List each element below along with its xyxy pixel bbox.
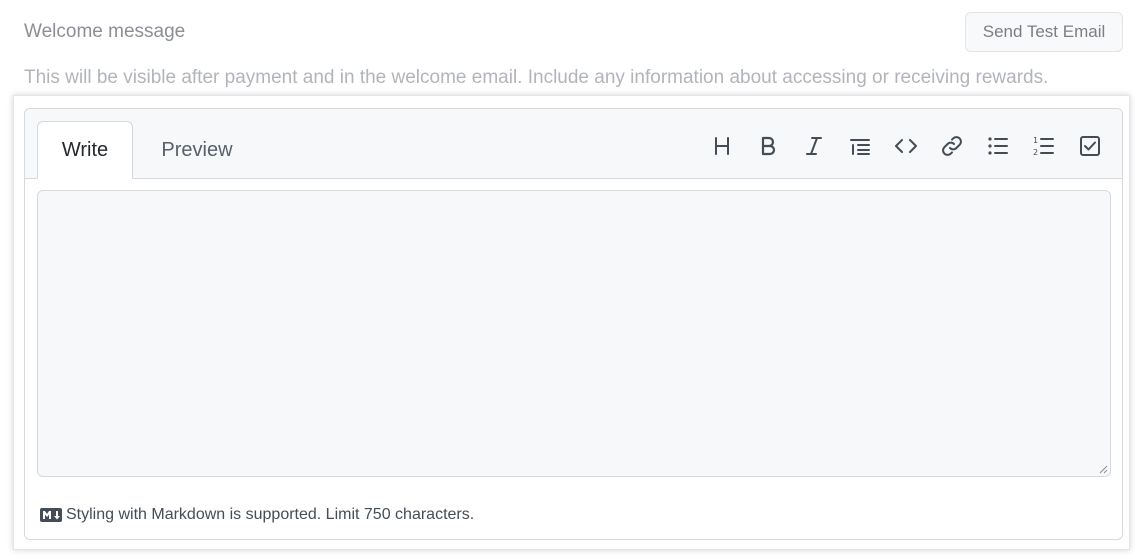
bulleted-list-icon (988, 137, 1008, 155)
link-button[interactable] (929, 131, 975, 161)
heading-icon (715, 137, 729, 155)
markdown-note-text: Styling with Markdown is supported. Limi… (66, 506, 475, 523)
tab-write[interactable]: Write (37, 121, 133, 179)
svg-text:1: 1 (1033, 136, 1038, 145)
numbered-list-icon: 1 2 (1033, 136, 1054, 157)
welcome-message-section: Welcome message Send Test Email This wil… (0, 0, 1148, 559)
italic-button[interactable] (791, 131, 837, 161)
markdown-support-note: Styling with Markdown is supported. Limi… (40, 506, 474, 524)
markdown-icon (40, 508, 62, 522)
welcome-message-textarea[interactable] (38, 191, 1110, 476)
bulleted-list-button[interactable] (975, 131, 1021, 161)
bold-button[interactable] (745, 131, 791, 161)
markdown-editor: Write Preview 1 2 Styling with Markdown … (24, 108, 1123, 540)
italic-icon (806, 137, 822, 155)
bold-icon (761, 136, 776, 156)
editor-header: Write Preview 1 2 (25, 109, 1122, 179)
svg-text:2: 2 (1033, 148, 1038, 157)
resize-handle-icon[interactable] (1098, 464, 1108, 474)
task-list-icon (1080, 136, 1100, 156)
section-title: Welcome message (24, 21, 186, 42)
tab-preview[interactable]: Preview (145, 121, 249, 179)
numbered-list-button[interactable]: 1 2 (1021, 131, 1067, 161)
heading-button[interactable] (699, 131, 745, 161)
formatting-toolbar: 1 2 (699, 131, 1113, 161)
code-icon (895, 139, 917, 153)
code-button[interactable] (883, 131, 929, 161)
message-textarea-wrapper (37, 190, 1111, 477)
link-icon (942, 136, 962, 156)
send-test-email-button[interactable]: Send Test Email (965, 12, 1123, 52)
quote-button[interactable] (837, 131, 883, 161)
quote-icon (850, 139, 870, 155)
section-description: This will be visible after payment and i… (24, 67, 1049, 88)
task-list-button[interactable] (1067, 131, 1113, 161)
editor-panel: Write Preview 1 2 Styling with Markdown … (13, 95, 1130, 550)
